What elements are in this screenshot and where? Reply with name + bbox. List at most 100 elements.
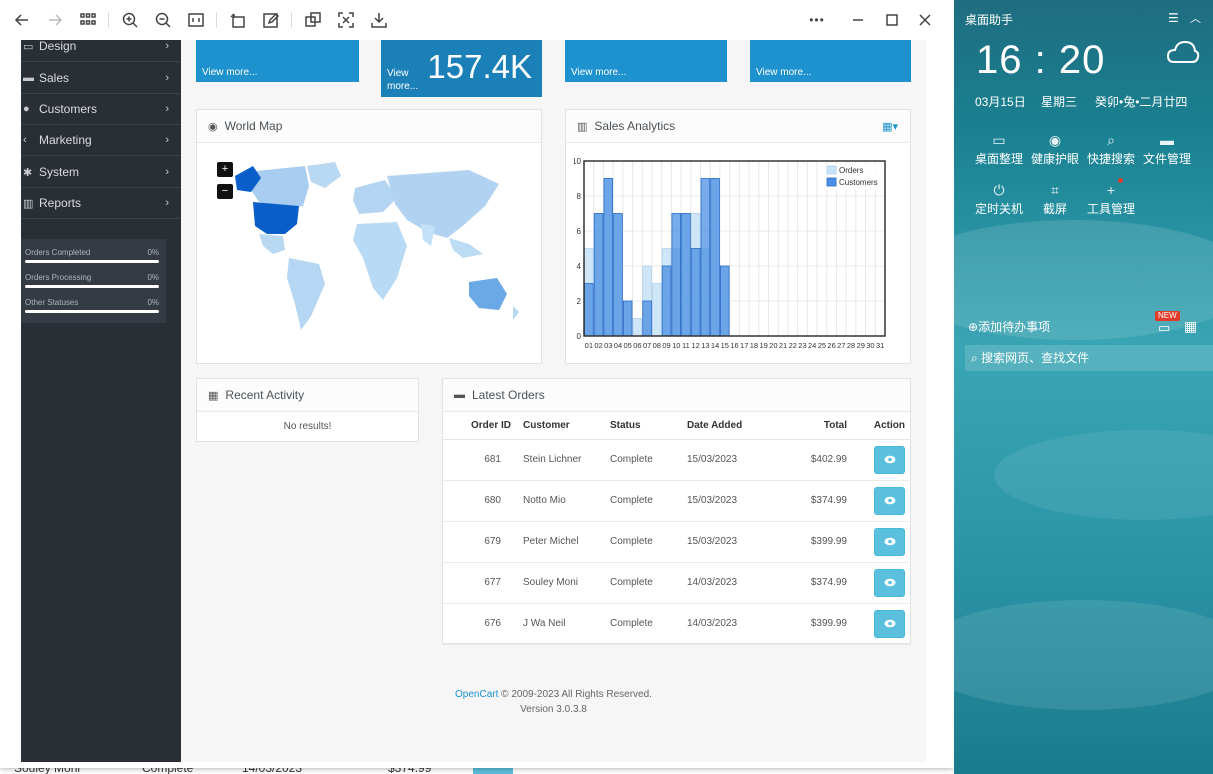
sidebar-item-system[interactable]: ✱ System › [21,157,181,188]
customer-name: J Wa Neil [513,603,610,645]
x-tick-label: 09 [662,341,670,350]
x-tick-label: 24 [808,341,816,350]
opencart-link[interactable]: OpenCart [455,689,498,700]
note-icon[interactable]: ▭ [1158,320,1170,336]
x-tick-label: 06 [633,341,641,350]
view-more-link[interactable]: View more... [756,67,811,78]
tool-timed-shutdown[interactable]: ⏻ 定时关机 [973,180,1025,217]
sidebar-item-design[interactable]: ▭ Design › [21,31,181,62]
x-tick-label: 30 [866,341,874,350]
stat-tile-people: View more... 157.4K [381,40,542,97]
bar-customers [671,213,681,337]
search-placeholder: 搜索网页、查找文件 [981,351,1090,365]
minimize-icon[interactable] [847,9,869,31]
y-tick-label: 4 [577,262,582,271]
tool-eye-care[interactable]: ◉ 健康护眼 [1029,130,1081,167]
widget-search-input[interactable]: ⌕ 搜索网页、查找文件 [965,345,1213,371]
column-header[interactable]: Date Added [687,412,775,440]
column-header[interactable]: Customer [513,412,610,440]
view-more-link[interactable]: View more... [202,67,257,78]
sidebar-item-reports[interactable]: ▥ Reports › [21,188,181,219]
map-africa [353,222,407,300]
add-todo-button[interactable]: ⊕添加待办事项 [968,318,1050,335]
order-status: Complete [610,439,687,481]
calendar-dropdown-icon[interactable]: ▦▾ [882,120,898,133]
sidebar-item-sales[interactable]: ▬ Sales › [21,63,181,94]
eye-icon [884,455,895,464]
forward-icon[interactable] [44,9,66,31]
stat-progress-bar [25,285,159,288]
rotate-icon[interactable] [227,9,249,31]
chevron-right-icon: › [165,134,169,146]
panel-heading: ▬ Latest Orders [443,379,910,412]
map-south-america [287,258,325,330]
y-tick-label: 6 [577,227,582,236]
view-more-link[interactable]: View more... [571,67,626,78]
grid-icon[interactable] [77,9,99,31]
actual-size-icon[interactable] [185,9,207,31]
view-order-button[interactable] [874,527,905,556]
view-order-button[interactable] [874,568,905,597]
close-icon[interactable] [914,9,936,31]
x-tick-label: 31 [876,341,884,350]
download-icon[interactable] [368,9,390,31]
back-icon[interactable] [11,9,33,31]
x-tick-label: 14 [711,341,719,350]
qr-code-icon[interactable]: ▦ [1184,318,1197,335]
menu-icon[interactable]: ☰ [1168,11,1179,25]
edit-icon[interactable] [260,9,282,31]
more-icon[interactable]: ••• [806,9,828,31]
copy-icon[interactable] [302,9,324,31]
chevron-right-icon: › [165,40,169,52]
tool-desktop-organize[interactable]: ▭ 桌面整理 [973,130,1025,167]
chevron-right-icon: › [165,72,169,84]
column-header: Action [848,412,911,440]
tool-quick-search[interactable]: ⌕ 快捷搜索 [1085,130,1137,167]
water-wave [994,430,1213,520]
x-tick-label: 03 [604,341,612,350]
customer-name: Peter Michel [513,521,610,563]
column-header[interactable]: Status [610,412,687,440]
view-more-link[interactable]: View more... [387,67,427,93]
tool-manager[interactable]: + 工具管理 [1085,180,1137,217]
bar-customers [622,300,633,337]
maximize-icon[interactable] [881,9,903,31]
sidebar-item-marketing[interactable]: ‹ Marketing › [21,125,181,156]
ocr-icon[interactable] [335,9,357,31]
empty-message: No results! [283,421,332,432]
date-added: 14/03/2023 [687,562,775,604]
folder-icon: ▬ [1160,132,1174,148]
collapse-icon[interactable]: ︿ [1190,10,1201,26]
view-order-button[interactable] [874,609,905,638]
view-order-button[interactable] [874,445,905,474]
column-header[interactable]: Total [775,412,848,440]
order-total: $399.99 [775,603,848,645]
bar-customers [593,213,604,337]
cart-icon: ▬ [454,389,465,401]
date-added: 15/03/2023 [687,521,775,563]
world-map[interactable] [207,154,527,349]
x-tick-label: 25 [818,341,826,350]
footer-version: Version 3.0.3.8 [520,704,587,715]
x-tick-label: 15 [721,341,729,350]
zoom-in-icon[interactable] [119,9,141,31]
action-cell [848,521,911,563]
tool-label: 定时关机 [974,202,1023,216]
toolbar-separator [216,12,217,28]
map-zoom-out-button[interactable]: − [217,184,233,199]
tool-file-manager[interactable]: ▬ 文件管理 [1141,130,1193,167]
panel-heading: ▦ Recent Activity [197,379,418,412]
view-order-button[interactable] [874,486,905,515]
panel-title: Latest Orders [472,388,545,402]
order-id: 679 [443,521,513,563]
sidebar-item-customers[interactable]: ● Customers › [21,94,181,125]
zoom-out-icon[interactable] [152,9,174,31]
cloud-icon [1166,40,1200,63]
x-tick-label: 28 [847,341,855,350]
bar-customers [603,178,614,337]
tool-screenshot[interactable]: ⌗ 截屏 [1029,180,1081,217]
map-zoom-in-button[interactable]: + [217,162,233,177]
share-icon: ‹ [23,134,27,146]
column-header[interactable]: Order ID [443,412,513,440]
sidebar-item-label: Sales [39,71,70,85]
